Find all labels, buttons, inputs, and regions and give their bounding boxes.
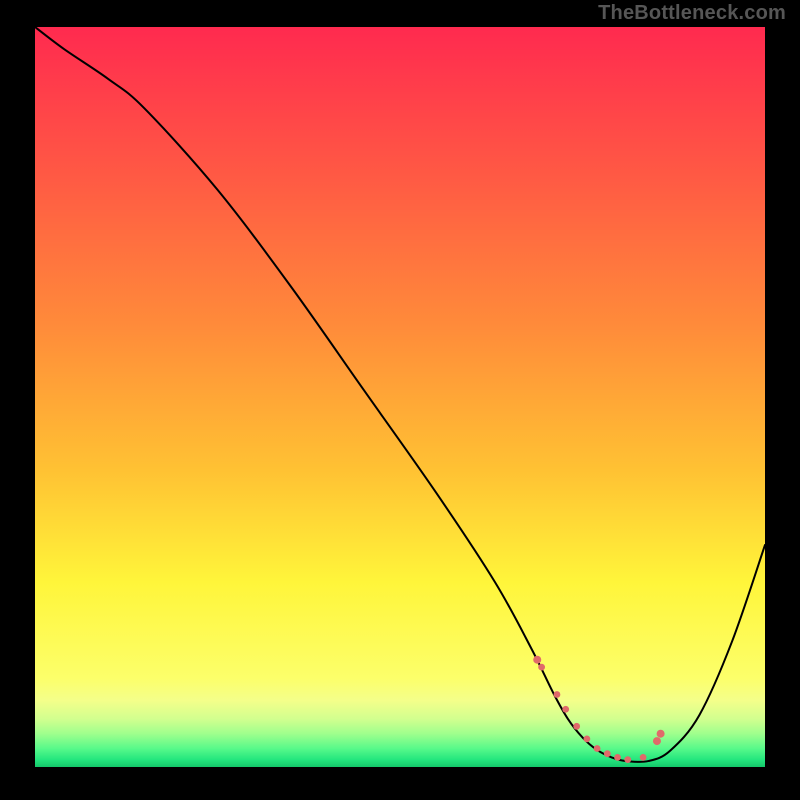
marker-dot: [583, 735, 590, 742]
marker-dot: [594, 745, 601, 752]
marker-dot: [538, 664, 545, 671]
attribution-text: TheBottleneck.com: [598, 2, 786, 25]
marker-dot: [614, 754, 621, 761]
plot-area: [35, 27, 765, 767]
marker-dot: [604, 750, 611, 757]
marker-dot: [573, 723, 580, 730]
chart-svg: [35, 27, 765, 767]
marker-dot: [562, 706, 569, 713]
marker-dot: [640, 754, 647, 761]
chart-frame: TheBottleneck.com: [0, 0, 800, 800]
marker-dot: [554, 691, 561, 698]
marker-dot: [624, 756, 631, 763]
marker-dot: [533, 656, 541, 664]
marker-dot: [657, 730, 665, 738]
gradient-background: [35, 27, 765, 767]
marker-dot: [653, 737, 661, 745]
plot-inner: [35, 27, 765, 767]
